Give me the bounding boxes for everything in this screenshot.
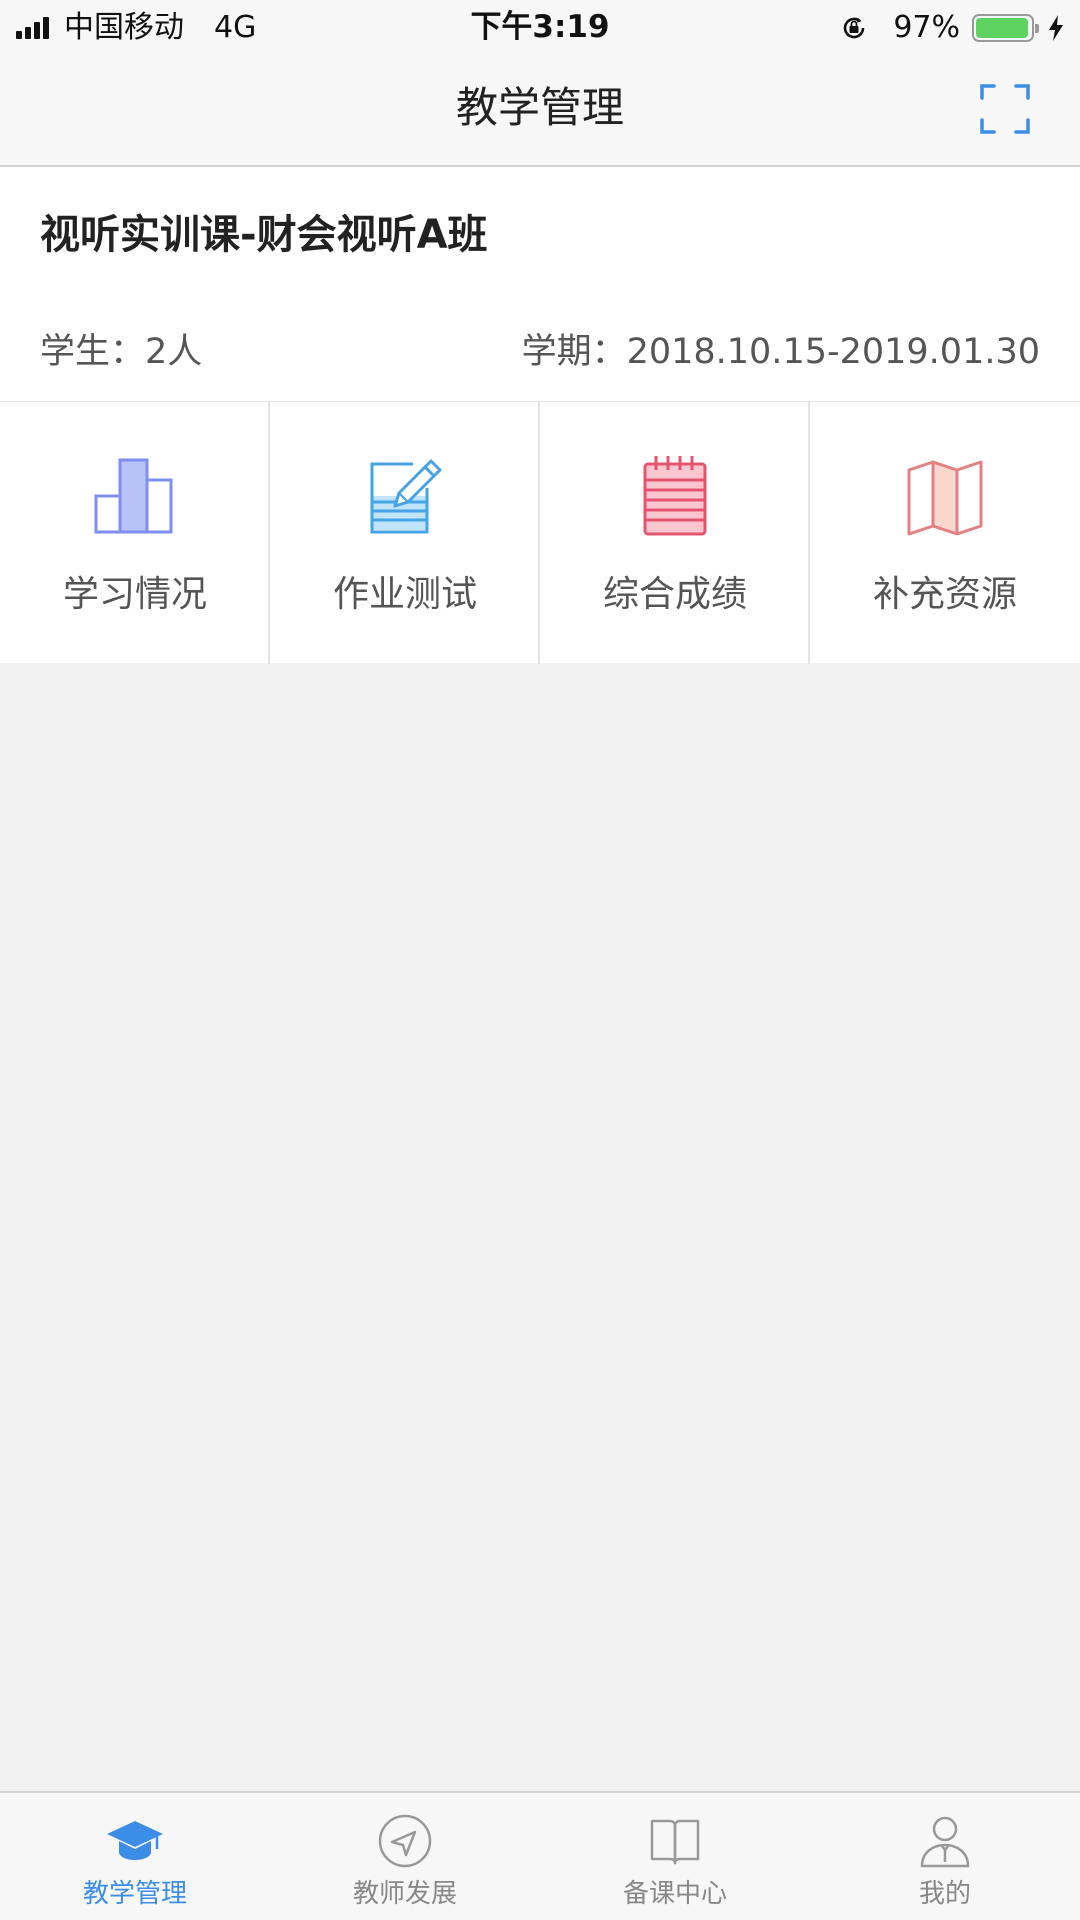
function-label: 学习情况 [62, 574, 207, 615]
function-overall-grades[interactable]: 综合成绩 [540, 402, 810, 664]
notepad-pencil-icon [370, 459, 442, 534]
graduation-cap-icon [107, 1821, 163, 1860]
page-title: 教学管理 [455, 83, 624, 132]
tab-label: 我的 [918, 1879, 971, 1909]
user-profile-icon [920, 1816, 970, 1868]
course-card[interactable]: 视听实训课-财会视听A班 学生：2人 学期：2018.10.15-2019.01… [0, 167, 1080, 401]
tab-teacher-development[interactable]: 教师发展 [270, 1793, 540, 1920]
tab-label: 备课中心 [622, 1879, 727, 1909]
compass-arrow-icon [378, 1814, 432, 1868]
screen: 中国移动 4G 下午3:19 97% 教学管理 视听实训课-财会视听A班 学生：… [0, 0, 1080, 1920]
function-label: 作业测试 [332, 574, 477, 615]
battery-percent: 97% [893, 10, 960, 45]
tab-label: 教学管理 [82, 1879, 187, 1909]
bar-chart-icon [94, 458, 173, 534]
rotation-lock-icon [844, 17, 865, 39]
function-grid: 学习情况 作业测试 综合成绩 补充资源 [0, 401, 1080, 664]
open-book-icon [650, 1819, 700, 1865]
tab-teaching-management[interactable]: 教学管理 [0, 1793, 270, 1920]
function-homework-test[interactable]: 作业测试 [270, 402, 540, 664]
charging-icon [1049, 15, 1063, 41]
tab-mine[interactable]: 我的 [810, 1793, 1080, 1920]
function-learning-status[interactable]: 学习情况 [0, 402, 270, 664]
course-student-count: 学生：2人 [40, 332, 203, 372]
scan-icon [980, 84, 1030, 134]
status-bar: 中国移动 4G 下午3:19 97% [0, 0, 1080, 54]
function-label: 补充资源 [872, 574, 1017, 615]
scan-button[interactable] [980, 84, 1030, 134]
function-label: 综合成绩 [602, 574, 747, 615]
spiral-notebook-icon [643, 456, 707, 536]
course-term: 学期：2018.10.15-2019.01.30 [521, 332, 1040, 372]
battery-fill [976, 18, 1029, 38]
status-right: 97% [839, 8, 1066, 48]
tab-label: 教师发展 [352, 1879, 457, 1909]
battery-icon [972, 14, 1039, 42]
course-title: 视听实训课-财会视听A班 [40, 212, 488, 258]
folded-map-icon [907, 460, 983, 536]
nav-bar: 教学管理 [0, 54, 1080, 167]
tab-bar: 教学管理 教师发展 备课中心 我的 [0, 1791, 1080, 1920]
tab-lesson-prep-center[interactable]: 备课中心 [540, 1793, 810, 1920]
function-extra-resources[interactable]: 补充资源 [810, 402, 1080, 664]
